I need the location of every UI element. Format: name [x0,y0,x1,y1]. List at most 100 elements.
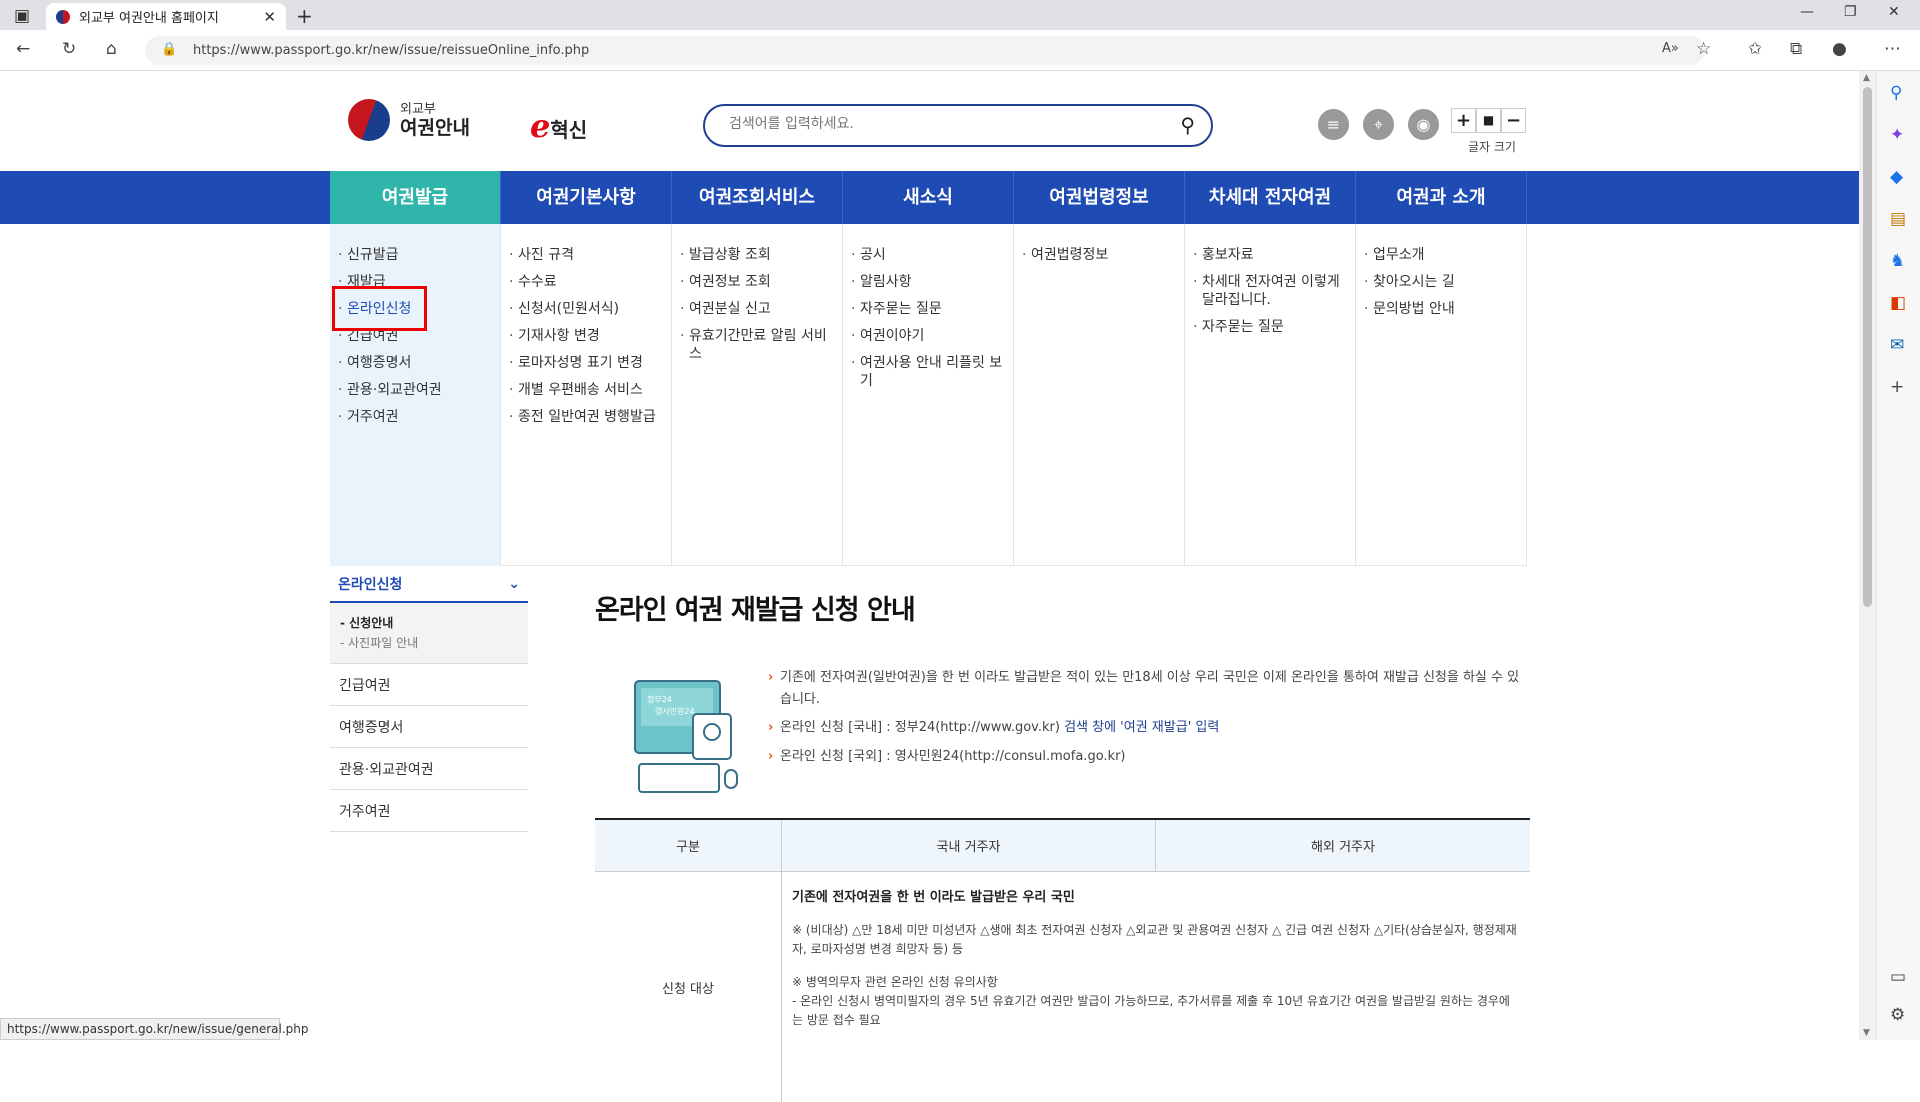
menu-announcements[interactable]: 알림사항 [851,273,1005,291]
outlook-icon[interactable]: ✉ [1890,335,1904,355]
snb-sub-apply-guide[interactable]: - 신청안내 [340,613,518,633]
favorite-star-icon[interactable]: ☆ [1696,39,1711,59]
menu-stories[interactable]: 여권이야기 [851,327,1005,345]
info-bullet-3: 온라인 신청 [국외] : 영사민원24(http://consul.mofa.… [768,746,1520,768]
chevron-down-icon[interactable]: ⌄ [508,576,520,592]
info-bullet-1: 기존에 전자여권(일반여권)을 한 번 이라도 발급받은 적이 있는 만18세 … [768,667,1520,711]
font-increase-button[interactable]: + [1451,108,1476,133]
menu-roman-name[interactable]: 로마자성명 표기 변경 [509,354,663,372]
gnb-passport-basics[interactable]: 여권기본사항 [501,171,672,224]
menu-travel-cert[interactable]: 여행증명서 [338,354,492,372]
more-icon[interactable]: ⋯ [1884,39,1901,59]
hide-sidebar-icon[interactable]: ▭ [1890,967,1906,987]
font-reset-button[interactable]: ■ [1476,108,1501,133]
font-decrease-button[interactable]: − [1501,108,1526,133]
th-category: 구분 [595,820,782,871]
innovation-logo[interactable]: e 혁신 [530,107,587,145]
gnb-law-info[interactable]: 여권법령정보 [1014,171,1185,224]
search-icon[interactable]: ⚲ [1180,113,1195,137]
info-table: 구분 국내 거주자 해외 거주자 신청 대상 기존에 전자여권을 한 번 이라도… [595,818,1530,1102]
gnb-passport-issue[interactable]: 여권발급 [330,171,501,224]
close-window-icon[interactable]: ✕ [1888,4,1900,20]
add-sidebar-icon[interactable]: + [1890,377,1904,397]
menu-loss-report[interactable]: 여권분실 신고 [680,300,834,318]
menu-new-issue[interactable]: 신규발급 [338,246,492,264]
menu-fees[interactable]: 수수료 [509,273,663,291]
copilot-icon[interactable]: ✦ [1890,125,1904,145]
gnb-about[interactable]: 여권과 소개 [1356,171,1527,224]
restore-icon[interactable]: ❐ [1844,4,1857,20]
scroll-thumb[interactable] [1863,87,1872,607]
profile-icon[interactable]: ● [1832,39,1847,59]
menu-emergency[interactable]: 긴급여권 [338,327,492,345]
games-icon[interactable]: ♞ [1890,251,1905,271]
computer-illustration-icon: 정부24 영사민원24 [634,680,738,793]
page-scrollbar[interactable]: ▲ ▼ [1859,71,1876,1040]
menu-contact[interactable]: 문의방법 안내 [1364,300,1518,318]
menu-parallel-issue[interactable]: 종전 일반여권 병행발급 [509,408,663,426]
menu-photo-spec[interactable]: 사진 규격 [509,246,663,264]
sitemap-menu-icon[interactable]: ≡ [1318,109,1349,140]
menu-entry-change[interactable]: 기재사항 변경 [509,327,663,345]
refresh-icon[interactable]: ↻ [62,39,76,59]
menu-residence-passport[interactable]: 거주여권 [338,408,492,426]
menu-official-passport[interactable]: 관용·외교관여권 [338,381,492,399]
close-tab-icon[interactable]: ✕ [263,8,276,26]
table-row: 신청 대상 기존에 전자여권을 한 번 이라도 발급받은 우리 국민 ※ (비대… [595,872,1530,1102]
location-icon[interactable]: ⌖ [1363,109,1394,140]
url-field[interactable]: 🔒 https://www.passport.go.kr/new/issue/r… [145,36,1705,65]
menu-reissue[interactable]: 재발급 [338,273,492,291]
gnb-next-gen-passport[interactable]: 차세대 전자여권 [1185,171,1356,224]
browser-tab[interactable]: 외교부 여권안내 홈페이지 ✕ [46,3,286,30]
snb-item-travel-cert[interactable]: 여행증명서 [330,706,528,748]
tab-actions-icon[interactable]: ▣ [14,6,30,26]
menu-online-apply[interactable]: 온라인신청 [338,300,492,318]
office-icon[interactable]: ◧ [1890,293,1906,313]
menu-notices[interactable]: 공시 [851,246,1005,264]
menu-nextgen-faq[interactable]: 자주묻는 질문 [1193,318,1347,336]
favorites-icon[interactable]: ✩ [1748,39,1762,59]
snb-item-emergency[interactable]: 긴급여권 [330,664,528,706]
home-icon[interactable]: ⌂ [106,39,117,59]
tab-title: 외교부 여권안내 홈페이지 [79,11,219,26]
search-sidebar-icon[interactable]: ⚲ [1890,83,1902,103]
snb-item-official[interactable]: 관용·외교관여권 [330,748,528,790]
menu-forms[interactable]: 신청서(민원서식) [509,300,663,318]
scroll-up-icon[interactable]: ▲ [1863,73,1870,83]
menu-faq[interactable]: 자주묻는 질문 [851,300,1005,318]
military-note-title: ※ 병역의무자 관련 온라인 신청 유의사항 [792,975,998,989]
tools-icon[interactable]: ▤ [1890,209,1906,229]
new-tab-icon[interactable]: + [296,4,313,28]
back-icon[interactable]: ← [16,39,30,59]
rss-icon[interactable]: ◉ [1408,109,1439,140]
site-logo[interactable]: 외교부 여권안내 [348,99,470,141]
gnb-news[interactable]: 새소식 [843,171,1014,224]
menu-promo[interactable]: 홍보자료 [1193,246,1347,264]
menu-directions[interactable]: 찾아오시는 길 [1364,273,1518,291]
scroll-down-icon[interactable]: ▼ [1863,1028,1870,1038]
menu-nextgen-changes[interactable]: 차세대 전자여권 이렇게 달라집니다. [1193,273,1347,309]
menu-status-check[interactable]: 발급상황 조회 [680,246,834,264]
gnb-passport-lookup[interactable]: 여권조회서비스 [672,171,843,224]
mega-col-lookup: 발급상황 조회 여권정보 조회 여권분실 신고 유효기간만료 알림 서비스 [672,224,843,566]
shopping-icon[interactable]: ◆ [1890,167,1903,187]
menu-expiry-alert[interactable]: 유효기간만료 알림 서비스 [680,327,834,363]
snb-header[interactable]: 온라인신청 ⌄ [330,567,528,603]
bullet-2-link[interactable]: 검색 창에 '여권 재발급' 입력 [1064,720,1219,735]
read-aloud-icon[interactable]: A» [1662,41,1679,56]
logo-title: 여권안내 [400,116,470,139]
menu-info-check[interactable]: 여권정보 조회 [680,273,834,291]
font-size-controls: + ■ − [1451,108,1526,133]
snb-sub-photo-guide[interactable]: - 사진파일 안내 [340,633,518,653]
settings-gear-icon[interactable]: ⚙ [1890,1005,1905,1025]
collections-icon[interactable]: ⧉ [1790,39,1802,59]
menu-work-intro[interactable]: 업무소개 [1364,246,1518,264]
main-navigation: 여권발급 여권기본사항 여권조회서비스 새소식 여권법령정보 차세대 전자여권 … [0,171,1859,224]
minimize-icon[interactable]: — [1800,4,1814,20]
menu-law-info[interactable]: 여권법령정보 [1022,246,1176,264]
menu-leaflet[interactable]: 여권사용 안내 리플릿 보기 [851,354,1005,390]
snb-item-residence[interactable]: 거주여권 [330,790,528,832]
search-input[interactable] [729,116,1159,132]
snb-submenu: - 신청안내 - 사진파일 안내 [330,603,528,664]
menu-postal-delivery[interactable]: 개별 우편배송 서비스 [509,381,663,399]
